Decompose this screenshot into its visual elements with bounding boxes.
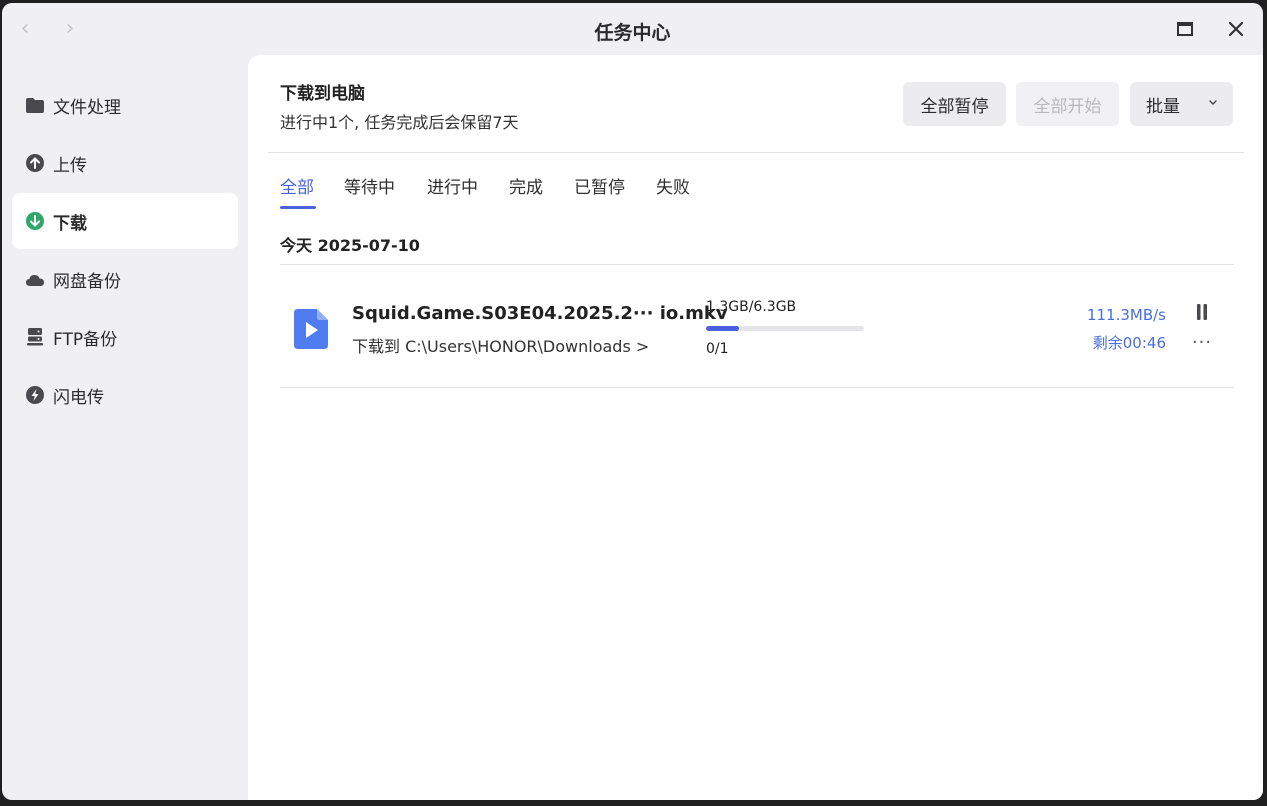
chevron-down-icon xyxy=(1209,100,1217,105)
folder-icon xyxy=(26,96,44,114)
page-subtitle: 进行中1个, 任务完成后会保留7天 xyxy=(280,113,519,132)
sidebar-item-label: 闪电传 xyxy=(53,387,104,408)
sidebar-item-label: 网盘备份 xyxy=(53,271,121,292)
more-options-button[interactable]: ··· xyxy=(1188,334,1216,355)
sidebar-item-cloud-backup[interactable]: 网盘备份 xyxy=(12,251,238,307)
tab-waiting[interactable]: 等待中 xyxy=(344,173,395,198)
sidebar-item-upload[interactable]: 上传 xyxy=(12,135,238,191)
upload-icon xyxy=(26,154,44,172)
sidebar-item-label: 文件处理 xyxy=(53,97,121,118)
tab-paused[interactable]: 已暂停 xyxy=(574,173,625,198)
sidebar-item-label: 上传 xyxy=(53,155,87,176)
lightning-icon xyxy=(26,386,44,404)
date-group-label: 今天 2025-07-10 xyxy=(280,236,420,255)
task-row: Squid.Game.S03E04.2025.2··· io.mkv 下载到 C… xyxy=(280,265,1234,387)
maximize-button[interactable] xyxy=(1171,15,1199,43)
title-bar: ‹ › 任务中心 xyxy=(2,3,1263,55)
sidebar-item-ftp-backup[interactable]: FTP备份 xyxy=(12,309,238,365)
download-speed: 111.3MB/s xyxy=(1086,306,1166,324)
file-count: 0/1 xyxy=(706,341,729,357)
cloud-icon xyxy=(26,270,44,288)
close-icon xyxy=(1228,21,1244,37)
main-panel: 下载到电脑 进行中1个, 任务完成后会保留7天 全部暂停 全部开始 批量 全部 … xyxy=(248,55,1263,800)
progress-bar-fill xyxy=(706,326,739,331)
page-title: 下载到电脑 xyxy=(280,84,365,104)
tab-all[interactable]: 全部 xyxy=(280,173,316,209)
time-remaining: 剩余00:46 xyxy=(1092,334,1166,352)
pause-icon xyxy=(1197,304,1207,320)
tab-completed[interactable]: 完成 xyxy=(509,173,543,198)
maximize-icon xyxy=(1177,22,1193,36)
batch-label: 批量 xyxy=(1146,96,1180,117)
sidebar-item-label: 下载 xyxy=(53,213,87,234)
tab-label: 全部 xyxy=(280,178,314,198)
sidebar-item-flash-transfer[interactable]: 闪电传 xyxy=(12,367,238,423)
sidebar: 文件处理 上传 下载 网盘备份 FTP备份 闪电传 xyxy=(2,55,248,800)
server-icon xyxy=(26,328,44,346)
progress-bar xyxy=(706,326,864,331)
sidebar-item-file-processing[interactable]: 文件处理 xyxy=(12,77,238,133)
download-destination-link[interactable]: 下载到 C:\Users\HONOR\Downloads > xyxy=(352,333,649,357)
sidebar-item-label: FTP备份 xyxy=(53,329,118,350)
file-name: Squid.Game.S03E04.2025.2··· io.mkv xyxy=(352,303,728,324)
tab-failed[interactable]: 失败 xyxy=(656,173,690,198)
batch-dropdown-button[interactable]: 批量 xyxy=(1130,82,1233,126)
sidebar-item-download[interactable]: 下载 xyxy=(12,193,238,249)
header-divider xyxy=(268,152,1244,153)
close-button[interactable] xyxy=(1222,15,1250,43)
pause-all-button[interactable]: 全部暂停 xyxy=(903,82,1006,126)
video-file-icon xyxy=(292,309,328,349)
task-center-window: ‹ › 任务中心 文件处理 上传 下载 网盘备份 FTP备份 闪电传 下载到电脑… xyxy=(2,3,1263,800)
active-tab-indicator xyxy=(280,206,316,209)
row-divider xyxy=(280,387,1234,388)
download-icon xyxy=(26,212,44,230)
tab-in-progress[interactable]: 进行中 xyxy=(427,173,478,198)
download-size: 1.3GB/6.3GB xyxy=(706,299,797,315)
start-all-button[interactable]: 全部开始 xyxy=(1016,82,1119,126)
pause-task-button[interactable] xyxy=(1191,301,1213,323)
window-title: 任务中心 xyxy=(594,22,671,44)
